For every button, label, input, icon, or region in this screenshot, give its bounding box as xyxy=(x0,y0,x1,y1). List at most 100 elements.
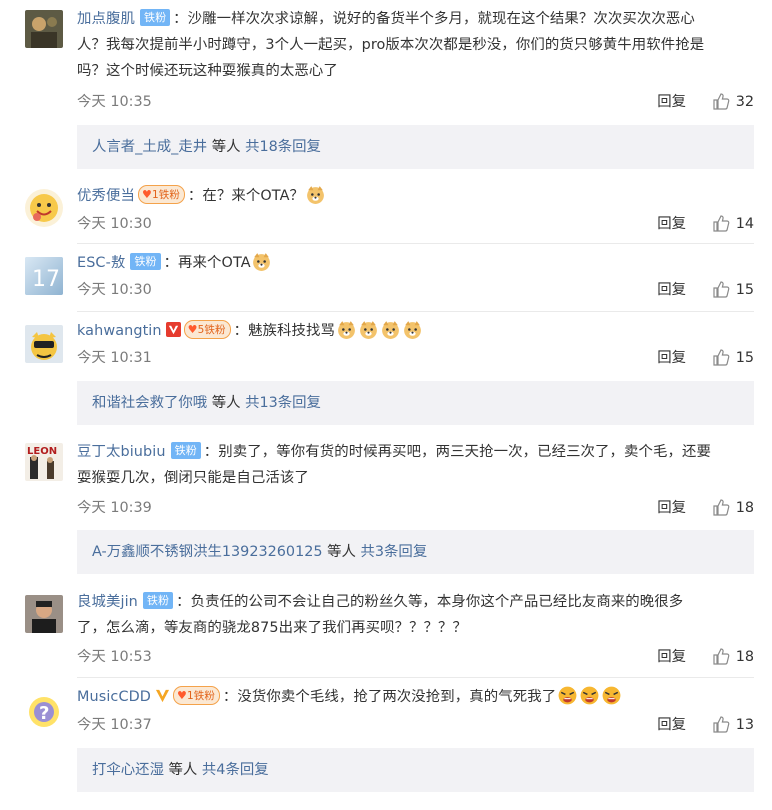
doge-emoji-icon xyxy=(403,321,421,339)
sub-reply-user[interactable]: 打伞心还湿 xyxy=(92,762,164,778)
doge-emoji-icon xyxy=(306,186,324,204)
like-count: 14 xyxy=(735,216,754,232)
vip-label: 铁粉 xyxy=(193,690,215,702)
angry-emoji-icon xyxy=(602,686,621,705)
doge-emoji-icon xyxy=(359,321,377,339)
avatar[interactable] xyxy=(25,595,63,633)
username-link[interactable]: 良城美jin xyxy=(77,594,138,610)
comment-meta: 今天 10:37 回复 13 xyxy=(77,714,754,736)
sub-reply-tail: 等人 xyxy=(163,762,202,778)
comment-body: MusicCDD ♥1铁粉 ：没货你卖个毛线，抢了两次没抢到，真的气死我了 xyxy=(77,684,750,710)
comment-time: 今天 10:30 xyxy=(77,282,152,298)
comment-body: kahwangtin ♥5铁粉 ：魅族科技找骂 xyxy=(77,318,750,344)
reply-button[interactable]: 回复 xyxy=(657,646,686,668)
like-button[interactable]: 18 xyxy=(712,646,754,668)
comment-meta: 今天 10:31 回复 15 xyxy=(77,347,754,369)
comment-text: ：在？来个OTA？ xyxy=(187,188,305,204)
comment-body: ESC-敖 铁粉 ：再来个OTA xyxy=(77,250,750,276)
comment-text: ：没货你卖个毛线，抢了两次没抢到，真的气死我了 xyxy=(222,689,557,705)
like-button[interactable]: 18 xyxy=(712,497,754,519)
fan-badge[interactable]: 铁粉 xyxy=(170,442,201,459)
comment-time: 今天 10:35 xyxy=(77,94,152,110)
username-link[interactable]: 加点腹肌 xyxy=(77,11,135,27)
reply-button[interactable]: 回复 xyxy=(657,347,686,369)
like-count: 32 xyxy=(735,94,754,110)
comment-text: ：再来个OTA xyxy=(163,255,251,271)
svg-text:?: ? xyxy=(39,703,49,724)
avatar[interactable] xyxy=(25,325,63,363)
username-link[interactable]: ESC-敖 xyxy=(77,255,125,271)
heart-icon: ♥ xyxy=(141,188,152,201)
like-button[interactable]: 32 xyxy=(712,91,754,113)
thumbs-up-icon xyxy=(713,648,730,665)
view-replies-link[interactable]: 共18条回复 xyxy=(245,139,321,155)
comment-feed: 加点腹肌 铁粉 ：沙雕一样次次求谅解，说好的备货半个多月，就现在这个结果？次次买次次… xyxy=(0,0,772,810)
comment-text: 吗？这个时候还玩这种耍猴真的太恶心了 xyxy=(77,63,338,79)
like-count: 18 xyxy=(735,649,754,665)
comment-text: ：魅族科技找骂 xyxy=(233,323,336,339)
like-count: 15 xyxy=(735,350,754,366)
thumbs-up-icon xyxy=(713,349,730,366)
sub-reply-tail: 等人 xyxy=(322,544,361,560)
vip-fan-badge[interactable]: ♥1铁粉 xyxy=(137,185,185,204)
username-link[interactable]: kahwangtin xyxy=(77,323,162,339)
avatar[interactable]: 17 xyxy=(25,257,63,295)
sub-reply-tail: 等人 xyxy=(207,395,246,411)
comment-body: 优秀便当 ♥1铁粉 ：在？来个OTA？ xyxy=(77,183,750,209)
comment-time: 今天 10:53 xyxy=(77,649,152,665)
verified-v-icon[interactable] xyxy=(155,688,170,703)
fan-badge[interactable]: 铁粉 xyxy=(142,592,174,609)
fan-badge[interactable]: 铁粉 xyxy=(139,9,171,26)
view-replies-link[interactable]: 共3条回复 xyxy=(361,544,428,560)
thumbs-up-icon xyxy=(713,716,730,733)
vip-fan-badge[interactable]: ♥1铁粉 xyxy=(172,686,220,705)
sub-reply-user[interactable]: 人言者_土成_走井 xyxy=(92,139,207,155)
divider xyxy=(77,311,754,312)
like-button[interactable]: 13 xyxy=(712,714,754,736)
like-button[interactable]: 15 xyxy=(712,279,754,301)
reply-button[interactable]: 回复 xyxy=(657,497,686,519)
sub-replies-panel[interactable]: A-万鑫顺不锈钢洪生13923260125 等人 共3条回复 xyxy=(77,530,754,574)
vip-fan-badge[interactable]: ♥5铁粉 xyxy=(183,320,231,339)
reply-button[interactable]: 回复 xyxy=(657,714,686,736)
comment-time: 今天 10:31 xyxy=(77,350,152,366)
heart-icon: ♥ xyxy=(187,323,198,336)
heart-icon: ♥ xyxy=(176,689,187,702)
comment-body: 良城美jin 铁粉 ：负责任的公司不会让自己的粉丝久等，本身你这个产品已经比友商来的… xyxy=(77,589,750,641)
like-count: 15 xyxy=(735,282,754,298)
sub-reply-user[interactable]: 和谐社会救了你哦 xyxy=(92,395,207,411)
sub-reply-user[interactable]: A-万鑫顺不锈钢洪生13923260125 xyxy=(92,544,323,560)
sub-replies-panel[interactable]: 打伞心还湿 等人 共4条回复 xyxy=(77,748,754,792)
like-button[interactable]: 15 xyxy=(712,347,754,369)
like-count: 13 xyxy=(735,717,754,733)
fan-badge[interactable]: 铁粉 xyxy=(130,253,161,270)
username-link[interactable]: 豆丁太biubiu xyxy=(77,444,166,460)
username-link[interactable]: 优秀便当 xyxy=(77,188,135,204)
reply-button[interactable]: 回复 xyxy=(657,91,686,113)
reply-button[interactable]: 回复 xyxy=(657,213,686,235)
reply-button[interactable]: 回复 xyxy=(657,279,686,301)
like-button[interactable]: 14 xyxy=(712,213,754,235)
thumbs-up-icon xyxy=(713,499,730,516)
comment-text: 了，怎么滴，等友商的骁龙875出来了我们再买呗？？？？？ xyxy=(77,620,468,636)
avatar[interactable] xyxy=(25,189,63,227)
sub-replies-panel[interactable]: 人言者_土成_走井 等人 共18条回复 xyxy=(77,125,754,169)
view-replies-link[interactable]: 共13条回复 xyxy=(245,395,321,411)
comment-meta: 今天 10:39 回复 18 xyxy=(77,497,754,519)
comment-text: 耍猴耍几次，倒闭只能是自己活该了 xyxy=(77,470,309,486)
vip-label: 铁粉 xyxy=(158,189,180,201)
view-replies-link[interactable]: 共4条回复 xyxy=(202,762,269,778)
avatar[interactable]: ? xyxy=(25,692,63,730)
comment-meta: 今天 10:35 回复 32 xyxy=(77,91,754,113)
vip-level: 1 xyxy=(151,189,159,201)
comment-text: 人？我每次提前半小时蹲守，3个人一起买，pro版本次次都是秒没，你们的货只够黄牛… xyxy=(77,37,705,53)
comment-body: 加点腹肌 铁粉 ：沙雕一样次次求谅解，说好的备货半个多月，就现在这个结果？次次买次次… xyxy=(77,6,750,84)
doge-emoji-icon xyxy=(253,253,271,271)
doge-emoji-icon xyxy=(381,321,399,339)
avatar[interactable] xyxy=(25,10,63,48)
sub-replies-panel[interactable]: 和谐社会救了你哦 等人 共13条回复 xyxy=(77,381,754,425)
username-link[interactable]: MusicCDD xyxy=(77,689,151,705)
doge-emoji-icon xyxy=(337,321,355,339)
verified-v-icon[interactable] xyxy=(165,322,181,337)
avatar[interactable]: LEON xyxy=(25,443,63,481)
